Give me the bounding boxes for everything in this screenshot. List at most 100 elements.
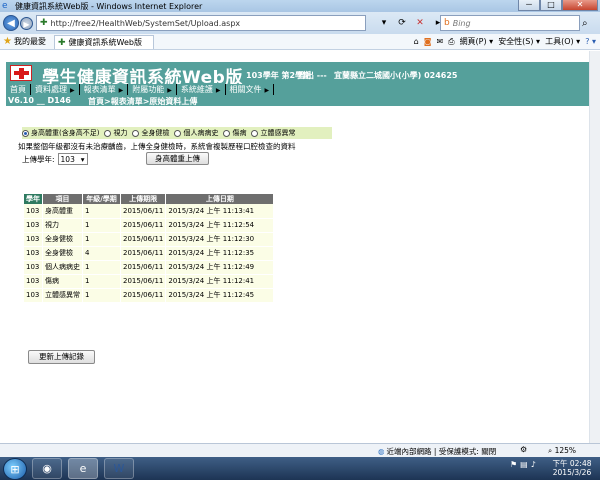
radio-button[interactable] <box>22 129 29 137</box>
radio-stereo-vision[interactable]: 立體感異常 <box>251 128 295 138</box>
menu-item-label: 相關文件 <box>229 85 262 94</box>
table-row: 103 身高體重 1 2015/06/11 2015/3/24 上午 11:13… <box>24 204 275 219</box>
radio-button[interactable] <box>104 129 112 137</box>
cell-grade: 1 <box>82 288 121 303</box>
menu-item-label: 資料處理 <box>35 85 67 94</box>
cell-grade: 1 <box>82 204 121 219</box>
radio-button[interactable] <box>174 129 182 137</box>
search-box[interactable]: b <box>440 15 580 31</box>
cell-year: 103 <box>24 218 43 233</box>
upload-note: 如果整個年級都沒有未治療齲齒，上傳全身健檢時，系統會複製歷程口腔檢查的資料 <box>18 142 296 151</box>
tray-flag-icon[interactable]: ⚑ <box>510 460 517 469</box>
favorites-star-icon[interactable]: ★ <box>3 36 12 47</box>
main-menu: 首頁 資料處理 ▶ 報表清單 ▶ 附屬功能 ▶ 系統維護 ▶ 相關文件 ▶ <box>6 84 275 95</box>
tray-network-icon[interactable]: ▤ <box>520 460 528 469</box>
radio-injury[interactable]: 傷病 <box>223 128 246 138</box>
print-icon[interactable]: ⎙ <box>448 37 454 47</box>
table-header-row: 學年 項目 年級/學期 上傳期限 上傳日期 <box>24 194 275 204</box>
close-window-button[interactable]: ✕ <box>562 0 598 11</box>
search-input[interactable] <box>452 18 553 28</box>
safety-menu[interactable]: 安全性(S) ▾ <box>498 36 540 47</box>
menu-item-extras[interactable]: 附屬功能 ▶ <box>128 84 177 95</box>
logout-link[interactable]: 登出 --- <box>298 70 327 81</box>
cell-deadline: 2015/06/11 <box>120 218 167 233</box>
help-menu[interactable]: ? ▾ <box>585 37 596 46</box>
radio-label: 身高體重(含身高不足) <box>31 129 100 137</box>
feeds-icon[interactable]: ◙ <box>424 37 432 46</box>
favorites-button[interactable]: 我的最愛 <box>14 36 46 47</box>
cell-item: 個人病病史 <box>42 260 83 275</box>
protected-mode-icon[interactable]: ⚙ <box>520 445 527 454</box>
submenu-arrow-icon: ▶ <box>118 87 124 94</box>
menu-item-label: 附屬功能 <box>132 85 165 94</box>
cell-item: 傷病 <box>42 274 83 289</box>
refresh-icon[interactable]: ⟳ <box>396 18 408 28</box>
year-value: 103 <box>60 154 75 164</box>
year-row: 上傳學年: 103 ▾ <box>22 153 88 165</box>
compatibility-icon[interactable]: ▾ <box>378 18 390 28</box>
column-header: 上傳日期 <box>165 194 275 204</box>
cell-upload-date: 2015/3/24 上午 11:12:45 <box>165 288 275 303</box>
cell-upload-date: 2015/3/24 上午 11:12:49 <box>165 260 275 275</box>
menu-item-label: 首頁 <box>10 85 26 94</box>
column-header: 年級/學期 <box>82 194 121 204</box>
minimize-button[interactable]: － <box>518 0 540 11</box>
cell-deadline: 2015/06/11 <box>120 288 167 303</box>
address-bar[interactable]: ✚ http://free2/HealthWeb/SystemSet/Uploa… <box>36 15 366 31</box>
window-title: 健康資訊系統Web版 - Windows Internet Explorer <box>15 1 203 11</box>
radio-label: 全身健檢 <box>141 129 170 137</box>
menu-item-home[interactable]: 首頁 <box>6 84 31 95</box>
page-menu[interactable]: 網頁(P) ▾ <box>460 36 494 47</box>
menu-item-label: 系統維護 <box>180 85 213 94</box>
taskbar-chrome-icon[interactable]: ◉ <box>32 458 62 479</box>
radio-vision[interactable]: 視力 <box>104 128 127 138</box>
forward-button[interactable]: ▶ <box>20 16 33 30</box>
menu-item-documents[interactable]: 相關文件 ▶ <box>226 84 275 95</box>
zoom-level[interactable]: ⌕ 125% <box>548 446 576 456</box>
taskbar-ie-icon[interactable]: e <box>68 458 98 479</box>
chevron-down-icon: ▾ <box>80 154 85 164</box>
tab-page-icon: ✚ <box>58 37 66 48</box>
cell-item: 視力 <box>42 218 83 233</box>
radio-full-checkup[interactable]: 全身健檢 <box>132 128 169 138</box>
cell-year: 103 <box>24 260 43 275</box>
stop-icon[interactable]: ✕ <box>414 18 426 28</box>
taskbar-clock[interactable]: 下午 02:48 2015/3/26 <box>548 459 596 477</box>
browser-tab[interactable]: ✚ 健康資訊系統Web版 <box>54 35 154 49</box>
menu-item-reports[interactable]: 報表清單 ▶ <box>80 84 129 95</box>
status-bar: ◍ 近端內部網路 | 受保護模式: 關閉 ⚙ ⌕ 125% <box>0 443 600 457</box>
cell-deadline: 2015/06/11 <box>120 232 167 247</box>
refresh-log-button[interactable]: 更新上傳記錄 <box>28 350 95 364</box>
menu-item-data[interactable]: 資料處理 ▶ <box>31 84 80 95</box>
cell-upload-date: 2015/3/24 上午 11:12:54 <box>165 218 275 233</box>
globe-icon: ◍ <box>378 447 385 456</box>
tray-volume-icon[interactable]: ♪ <box>531 460 536 469</box>
back-button[interactable]: ◀ <box>3 15 19 31</box>
radio-button[interactable] <box>251 129 259 137</box>
vertical-scrollbar[interactable] <box>589 51 600 443</box>
maximize-button[interactable]: □ <box>540 0 562 11</box>
cell-item: 全身健檢 <box>42 246 83 261</box>
zoom-text: 125% <box>554 446 577 455</box>
submenu-arrow-icon: ▶ <box>264 87 270 94</box>
navigation-bar: ◀ ▶ ✚ http://free2/HealthWeb/SystemSet/U… <box>0 12 600 34</box>
tools-menu[interactable]: 工具(O) ▾ <box>545 36 580 47</box>
search-icon[interactable]: ⌕ <box>582 18 588 29</box>
upload-button[interactable]: 身高體重上傳 <box>146 152 209 165</box>
radio-height-weight[interactable]: 身高體重(含身高不足) <box>22 128 99 138</box>
cell-item: 全身健檢 <box>42 232 83 247</box>
url-text[interactable]: http://free2/HealthWeb/SystemSet/Upload.… <box>51 19 241 28</box>
command-bar: ⌂ ◙ ✉ ⎙ 網頁(P) ▾ 安全性(S) ▾ 工具(O) ▾ ? ▾ <box>414 36 596 47</box>
year-select[interactable]: 103 ▾ <box>57 153 88 165</box>
menu-item-system[interactable]: 系統維護 ▶ <box>177 84 226 95</box>
radio-label: 立體感異常 <box>260 129 296 137</box>
radio-medical-history[interactable]: 個人病病史 <box>174 128 218 138</box>
radio-button[interactable] <box>132 129 140 137</box>
mail-icon[interactable]: ✉ <box>436 37 443 46</box>
upload-type-radio-group: 身高體重(含身高不足) 視力 全身健檢 個人病病史 傷病 立體感異常 <box>22 127 332 139</box>
zone-text: 近端內部網路 | 受保護模式: 關閉 <box>386 447 497 456</box>
start-button[interactable]: ⊞ <box>3 458 27 480</box>
taskbar-word-icon[interactable]: W <box>104 458 134 479</box>
radio-button[interactable] <box>223 129 231 137</box>
home-icon[interactable]: ⌂ <box>414 37 419 46</box>
